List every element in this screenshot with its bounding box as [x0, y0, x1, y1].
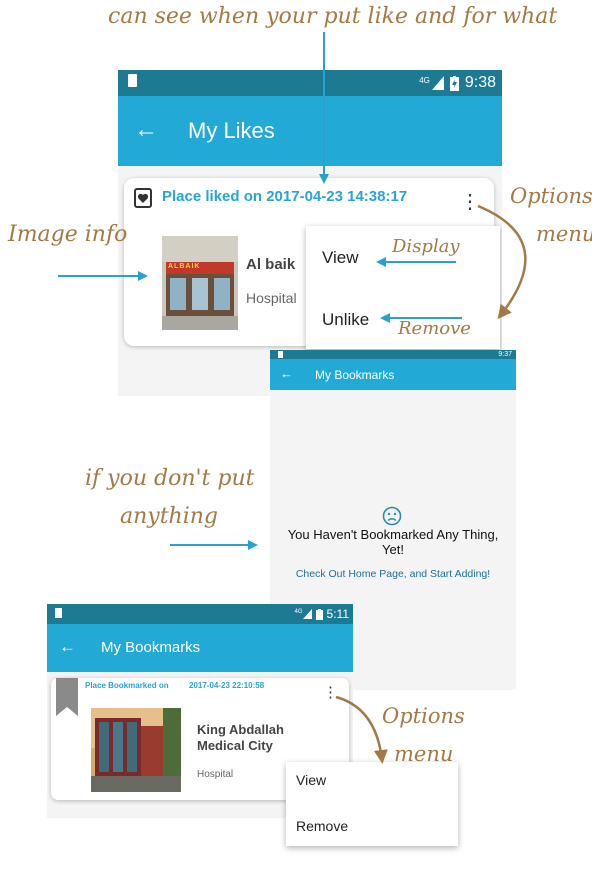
- sd-card-icon: [128, 74, 137, 87]
- bookmark-ribbon-icon: [56, 678, 78, 716]
- menu-item-unlike[interactable]: Unlike: [322, 310, 369, 330]
- network-type: 4G: [294, 608, 303, 615]
- annotation-empty-b: anything: [120, 504, 219, 529]
- status-bar: 4G 9:38: [118, 70, 502, 96]
- status-time: 5:11: [326, 607, 349, 621]
- status-bar: 9:37: [270, 350, 516, 359]
- annotation-top: can see when your put like and for what: [108, 4, 558, 29]
- page-title: My Likes: [188, 118, 275, 143]
- back-arrow-icon[interactable]: ←: [59, 638, 76, 655]
- more-options-icon[interactable]: ⋮: [460, 192, 480, 212]
- annotation-remove: Remove: [398, 318, 471, 339]
- bookmarked-label: Place Bookmarked on: [85, 681, 169, 690]
- empty-message: You Haven't Bookmarked Any Thing, Yet!: [287, 527, 499, 557]
- annotation-options-menu-2b: menu: [394, 742, 454, 766]
- app-bar: ← My Bookmarks: [270, 359, 516, 390]
- annotation-options-menu-1a: Options: [510, 184, 592, 208]
- status-bar: 4G 5:11: [47, 604, 353, 624]
- place-name: King Abdallah Medical City: [197, 722, 284, 753]
- signal-icon: [431, 76, 444, 90]
- storefront-sign: ALBAIK: [168, 263, 201, 270]
- page-title: My Bookmarks: [101, 639, 201, 656]
- sd-card-icon: [278, 351, 283, 358]
- annotation-options-menu-2a: Options: [382, 704, 465, 728]
- back-arrow-icon[interactable]: ←: [134, 118, 158, 142]
- sad-face-icon: [382, 506, 402, 526]
- menu-item-remove[interactable]: Remove: [296, 818, 348, 834]
- place-name: Al baik: [246, 256, 296, 273]
- menu-item-view[interactable]: View: [322, 248, 359, 268]
- menu-item-view[interactable]: View: [296, 772, 326, 788]
- place-category: Hospital: [197, 769, 234, 780]
- bookmarked-date: 2017-04-23 22:10:58: [189, 681, 265, 690]
- liked-date-text: Place liked on 2017-04-23 14:38:17: [162, 188, 408, 205]
- battery-icon: [315, 608, 323, 620]
- annotation-image-info: Image info: [8, 222, 128, 247]
- back-arrow-icon[interactable]: ←: [280, 367, 293, 380]
- annotation-options-menu-1b: menu: [536, 222, 592, 246]
- place-image: ALBAIK: [162, 236, 238, 330]
- annotation-empty-a: if you don't put: [85, 466, 255, 491]
- sd-card-icon: [55, 608, 62, 618]
- battery-icon: [449, 75, 459, 91]
- heart-badge-icon: [134, 188, 152, 208]
- more-options-icon[interactable]: ⋮: [323, 685, 338, 700]
- app-bar: ← My Likes: [118, 96, 502, 166]
- home-page-link[interactable]: Check Out Home Page, and Start Adding!: [270, 568, 516, 580]
- place-image: [91, 708, 181, 792]
- place-category: Hospital: [246, 290, 297, 306]
- status-time: 9:37: [498, 351, 512, 358]
- page-title: My Bookmarks: [315, 368, 395, 382]
- options-menu: View Remove: [286, 762, 458, 846]
- signal-icon: [302, 609, 312, 619]
- status-time: 9:38: [464, 74, 496, 91]
- annotation-display: Display: [392, 236, 460, 257]
- likes-screen: 4G 9:38 ← My Likes Place liked on 2017-0…: [118, 70, 502, 396]
- app-bar: ← My Bookmarks: [47, 624, 353, 672]
- network-type: 4G: [419, 75, 430, 85]
